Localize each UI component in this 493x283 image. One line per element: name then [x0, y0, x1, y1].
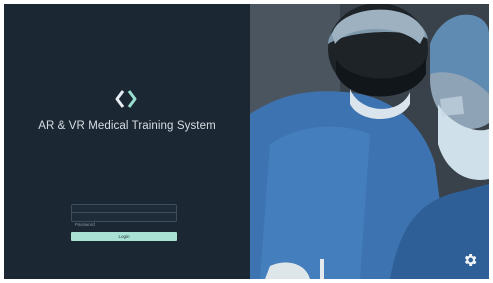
- chevrons-logo-icon: [115, 90, 137, 108]
- login-button[interactable]: Login: [71, 232, 177, 241]
- gear-icon[interactable]: [462, 252, 478, 268]
- username-field-wrapper: [71, 204, 177, 220]
- app-title: AR & VR Medical Training System: [38, 120, 216, 132]
- login-panel: AR & VR Medical Training System Login: [4, 4, 250, 279]
- login-screen: AR & VR Medical Training System Login: [4, 4, 489, 279]
- surgeons-photo: [250, 4, 489, 279]
- surgeons-image: [250, 4, 489, 279]
- password-input[interactable]: [72, 220, 176, 229]
- password-field-wrapper: [71, 213, 177, 229]
